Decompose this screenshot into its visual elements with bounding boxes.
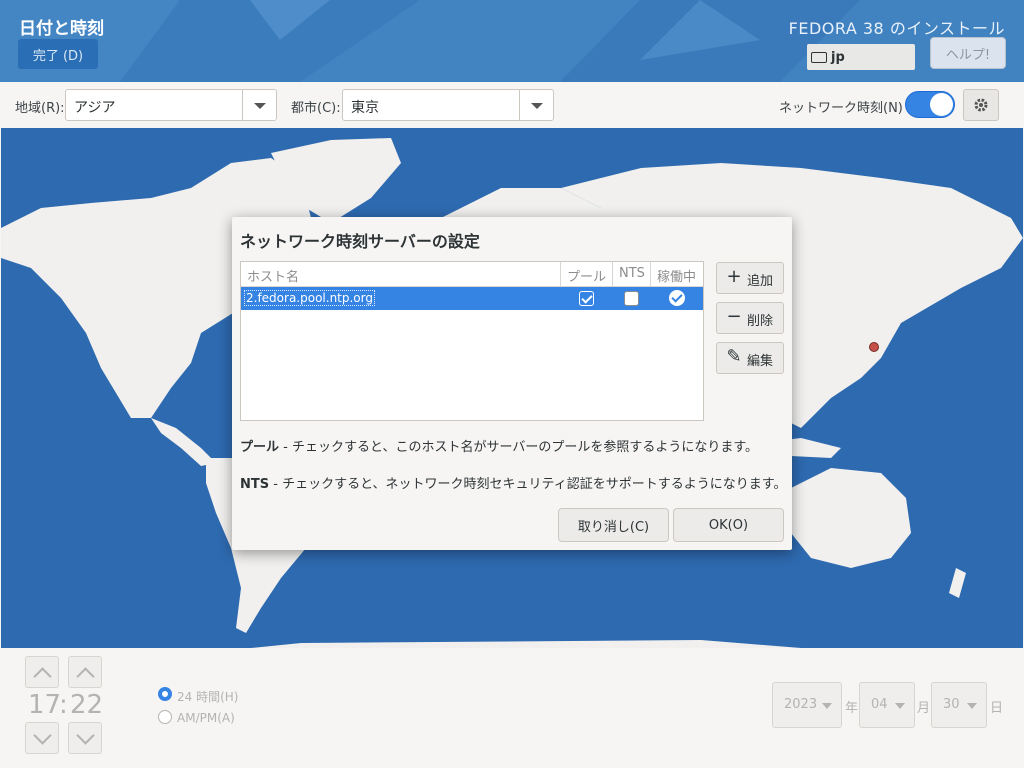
format-ampm-radio[interactable] (158, 710, 172, 724)
help-button[interactable]: ヘルプ! (930, 37, 1006, 69)
city-value: 東京 (351, 100, 379, 116)
gear-icon (974, 98, 988, 112)
time-separator: : (59, 690, 68, 720)
dialog-title: ネットワーク時刻サーバーの設定 (240, 232, 480, 251)
day-suffix: 日 (990, 701, 1004, 716)
column-header-pool[interactable]: プール (561, 262, 613, 287)
selected-city-marker (869, 342, 879, 352)
host-name-cell[interactable]: 2.fedora.pool.ntp.org (244, 290, 375, 306)
hours-down-button[interactable] (25, 722, 59, 754)
minutes-value: 22 (70, 690, 104, 720)
month-value: 04 (871, 697, 888, 712)
column-header-nts[interactable]: NTS (613, 262, 651, 287)
working-status-icon (669, 290, 685, 306)
city-combo[interactable]: 東京 (342, 89, 554, 121)
keyboard-layout-indicator[interactable]: jp (807, 44, 915, 70)
day-value: 30 (943, 697, 960, 712)
region-combo[interactable]: アジア (65, 89, 277, 121)
ntp-servers-dialog: ネットワーク時刻サーバーの設定 ホスト名 プール NTS 稼働中 2.fedor… (232, 217, 792, 550)
product-title: FEDORA 38 のインストール (788, 19, 1005, 38)
pool-checkbox[interactable] (579, 291, 594, 306)
day-combo[interactable]: 30 (931, 682, 987, 728)
pool-legend-term: プール (240, 440, 280, 455)
nts-legend-term: NTS (240, 477, 270, 492)
cancel-button[interactable]: 取り消し(C) (558, 508, 669, 542)
column-header-host[interactable]: ホスト名 (241, 262, 561, 287)
done-button[interactable]: 完了 (D) (18, 39, 98, 69)
chevron-down-icon (895, 703, 905, 709)
table-row[interactable]: 2.fedora.pool.ntp.org (241, 287, 703, 310)
ntp-server-table[interactable]: ホスト名 プール NTS 稼働中 2.fedora.pool.ntp.org (240, 261, 704, 421)
year-combo[interactable]: 2023 (772, 682, 842, 728)
chevron-down-icon (519, 90, 553, 120)
pencil-icon: ✎ (726, 346, 742, 367)
spoke-title: 日付と時刻 (19, 19, 104, 39)
keyboard-icon (811, 51, 827, 63)
edit-server-button[interactable]: ✎ 編集 (716, 342, 784, 374)
format-24h-label: 24 時間(H) (177, 690, 239, 704)
remove-button-label: 削除 (747, 314, 774, 329)
chevron-down-icon (967, 703, 977, 709)
pool-legend: プール - チェックすると、このホスト名がサーバーのプールを参照するようになりま… (240, 436, 758, 455)
network-time-label: ネットワーク時刻(N) (779, 101, 903, 116)
city-label: 都市(C): (291, 101, 341, 116)
add-button-label: 追加 (747, 274, 774, 289)
hours-up-button[interactable] (25, 656, 59, 688)
minutes-down-button[interactable] (68, 722, 102, 754)
pool-legend-text: - チェックすると、このホスト名がサーバーのプールを参照するようになります。 (279, 440, 759, 455)
month-suffix: 月 (917, 701, 931, 716)
network-time-switch[interactable] (905, 91, 955, 118)
header-bar: 日付と時刻 完了 (D) FEDORA 38 のインストール jp ヘルプ! (0, 0, 1024, 82)
year-suffix: 年 (845, 701, 859, 716)
nts-legend: NTS - チェックすると、ネットワーク時刻セキュリティ認証をサポートするように… (240, 473, 786, 492)
minus-icon: − (726, 306, 742, 327)
ntp-settings-button[interactable] (963, 89, 999, 121)
keyboard-layout-label: jp (831, 49, 845, 65)
hours-value: 17 (28, 690, 62, 720)
chevron-down-icon (822, 703, 832, 709)
add-server-button[interactable]: + 追加 (716, 262, 784, 294)
plus-icon: + (726, 266, 742, 287)
year-value: 2023 (784, 697, 818, 712)
edit-button-label: 編集 (747, 354, 774, 369)
ok-button[interactable]: OK(O) (673, 508, 784, 542)
format-24h-radio[interactable] (158, 687, 172, 701)
nts-checkbox[interactable] (624, 291, 639, 306)
column-header-working[interactable]: 稼働中 (651, 262, 703, 287)
chevron-down-icon (242, 90, 276, 120)
region-label: 地域(R): (15, 101, 65, 116)
nts-legend-text: - チェックすると、ネットワーク時刻セキュリティ認証をサポートするようになります… (269, 477, 787, 492)
region-value: アジア (74, 100, 116, 116)
minutes-up-button[interactable] (68, 656, 102, 688)
month-combo[interactable]: 04 (859, 682, 915, 728)
remove-server-button[interactable]: − 削除 (716, 302, 784, 334)
format-ampm-label: AM/PM(A) (177, 711, 235, 725)
